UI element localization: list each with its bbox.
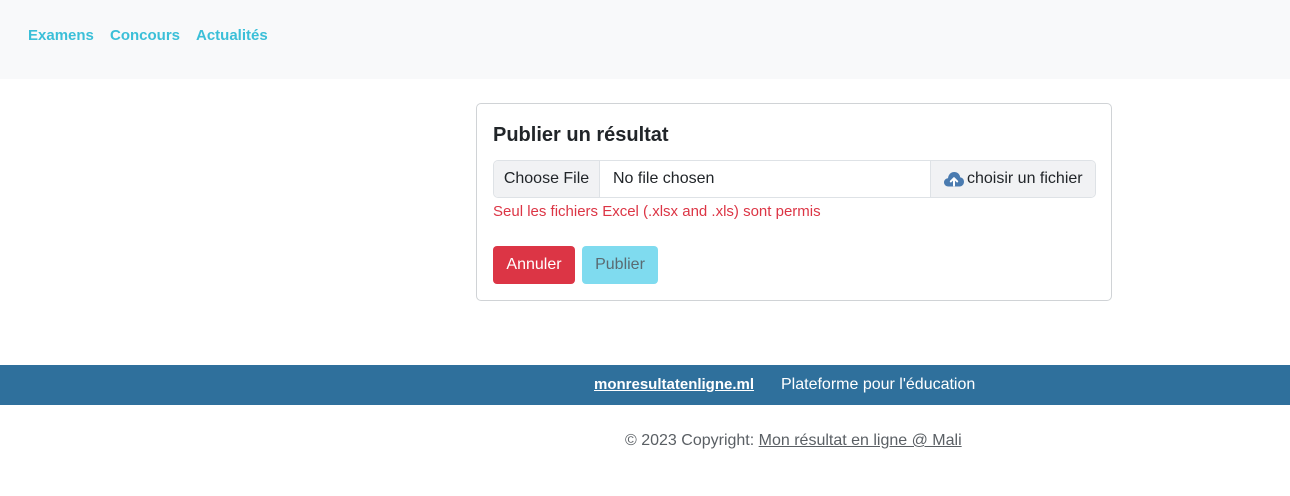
choose-file-button[interactable]: Choose File (494, 161, 600, 197)
choose-file-addon[interactable]: choisir un fichier (930, 161, 1095, 197)
nav-link-examens[interactable]: Examens (28, 26, 94, 46)
file-input-group[interactable]: Choose File No file chosen choisir un fi… (493, 160, 1096, 198)
cancel-button[interactable]: Annuler (493, 246, 575, 284)
footer-band: monresultatenligne.ml Plateforme pour l'… (0, 365, 1290, 405)
nav-link-concours[interactable]: Concours (110, 26, 180, 46)
footer-tagline: Plateforme pour l'éducation (781, 376, 976, 393)
nav-link-actualites[interactable]: Actualités (196, 26, 268, 46)
publish-button[interactable]: Publier (582, 246, 658, 284)
file-status-text: No file chosen (613, 170, 715, 187)
copyright-text: © 2023 Copyright: Mon résultat en ligne … (625, 431, 962, 451)
card-title: Publier un résultat (493, 124, 669, 146)
choose-file-addon-label: choisir un fichier (967, 170, 1083, 187)
publish-result-card: Publier un résultat Choose File No file … (476, 103, 1112, 301)
file-type-error-message: Seul les fichiers Excel (.xlsx and .xls)… (493, 203, 821, 220)
top-navbar: Examens Concours Actualités (0, 0, 1290, 79)
copyright-prefix: © 2023 Copyright: (625, 432, 759, 449)
footer-site-link[interactable]: monresultatenligne.ml (594, 375, 754, 395)
cloud-upload-icon (943, 169, 965, 189)
copyright-link[interactable]: Mon résultat en ligne @ Mali (759, 432, 962, 449)
